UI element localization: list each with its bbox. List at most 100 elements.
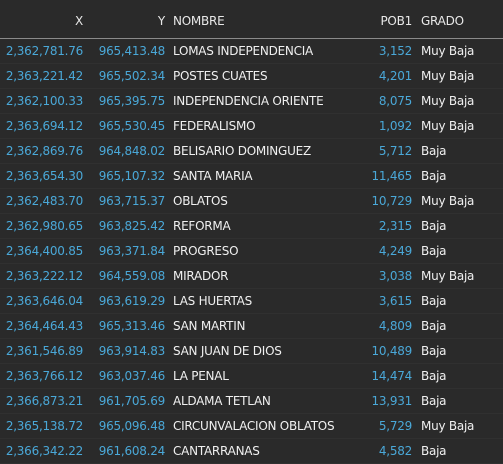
cell-x: 2,363,766.12 [5, 369, 83, 383]
table-row[interactable]: 2,364,464.43 965,313.46 SAN MARTIN 4,809 Baj… [0, 314, 503, 339]
cell-pob1: 11,465 [371, 169, 413, 183]
cell-y: 965,395.75 [98, 94, 165, 108]
table-row[interactable]: 2,362,483.70 963,715.37 OBLATOS 10,729 Muy B… [0, 189, 503, 214]
table-row[interactable]: 2,363,222.12 964,559.08 MIRADOR 3,038 Muy Ba… [0, 264, 503, 289]
cell-grado: Muy Baja [421, 194, 475, 208]
cell-y: 963,715.37 [98, 194, 165, 208]
table-body: 2,362,781.76 965,413.48 LOMAS INDEPENDENCI… [0, 39, 503, 464]
cell-nombre: PROGRESO [173, 244, 239, 258]
cell-y: 965,502.34 [98, 69, 165, 83]
cell-grado: Baja [421, 244, 447, 258]
cell-nombre: CANTARRANAS [173, 444, 260, 458]
cell-x: 2,363,222.12 [5, 269, 83, 283]
cell-grado: Baja [421, 394, 447, 408]
cell-grado: Muy Baja [421, 44, 475, 58]
cell-grado: Muy Baja [421, 269, 475, 283]
cell-y: 961,608.24 [98, 444, 165, 458]
cell-pob1: 5,729 [378, 419, 412, 433]
table-row[interactable]: 2,362,980.65 963,825.42 REFORMA 2,315 Baja [0, 214, 503, 239]
table-row[interactable]: 2,362,869.76 964,848.02 BELISARIO DOMINGUE… [0, 139, 503, 164]
cell-nombre: INDEPENDENCIA ORIENTE [173, 94, 324, 108]
cell-y: 961,705.69 [98, 394, 165, 408]
cell-x: 2,366,342.22 [5, 444, 83, 458]
cell-nombre: LAS HUERTAS [173, 294, 252, 308]
cell-nombre: MIRADOR [173, 269, 229, 283]
cell-pob1: 4,582 [378, 444, 412, 458]
cell-y: 965,313.46 [98, 319, 165, 333]
table-row[interactable]: 2,362,100.33 965,395.75 INDEPENDENCIA ORIE… [0, 89, 503, 114]
table-row[interactable]: 2,365,138.72 965,096.48 CIRCUNVALACION OBL… [0, 414, 503, 439]
cell-nombre: LOMAS INDEPENDENCIA [173, 44, 314, 58]
cell-x: 2,362,100.33 [5, 94, 83, 108]
cell-nombre: SAN MARTIN [173, 319, 246, 333]
cell-y: 963,037.46 [98, 369, 165, 383]
table-row[interactable]: 2,363,646.04 963,619.29 LAS HUERTAS 3,615 Ba… [0, 289, 503, 314]
cell-nombre: POSTES CUATES [173, 69, 268, 83]
cell-pob1: 14,474 [371, 369, 413, 383]
table-row[interactable]: 2,363,221.42 965,502.34 POSTES CUATES 4,201… [0, 64, 503, 89]
cell-x: 2,366,873.21 [5, 394, 83, 408]
table-row[interactable]: 2,364,400.85 963,371.84 PROGRESO 4,249 Baja [0, 239, 503, 264]
cell-x: 2,361,546.89 [5, 344, 83, 358]
cell-y: 963,914.83 [98, 344, 165, 358]
cell-pob1: 10,489 [371, 344, 413, 358]
cell-pob1: 3,038 [378, 269, 412, 283]
cell-pob1: 13,931 [371, 394, 413, 408]
table-header: X Y NOMBRE POB1 GRADO [0, 0, 503, 39]
cell-nombre: BELISARIO DOMINGUEZ [173, 144, 311, 158]
cell-grado: Baja [421, 219, 447, 233]
cell-grado: Muy Baja [421, 94, 475, 108]
cell-x: 2,363,221.42 [5, 69, 83, 83]
cell-grado: Baja [421, 294, 447, 308]
cell-x: 2,363,646.04 [5, 294, 83, 308]
table-row[interactable]: 2,363,766.12 963,037.46 LA PENAL 14,474 Baja [0, 364, 503, 389]
cell-nombre: REFORMA [173, 219, 231, 233]
cell-pob1: 4,249 [378, 244, 412, 258]
cell-nombre: FEDERALISMO [173, 119, 256, 133]
cell-y: 965,530.45 [98, 119, 165, 133]
cell-pob1: 4,809 [378, 319, 412, 333]
cell-grado: Muy Baja [421, 419, 475, 433]
column-header-grado[interactable]: GRADO [421, 0, 464, 42]
cell-y: 965,096.48 [98, 419, 165, 433]
column-header-nombre[interactable]: NOMBRE [173, 0, 225, 42]
cell-grado: Baja [421, 344, 447, 358]
cell-x: 2,363,694.12 [5, 119, 83, 133]
cell-grado: Muy Baja [421, 119, 475, 133]
cell-y: 965,413.48 [98, 44, 165, 58]
cell-nombre: LA PENAL [173, 369, 229, 383]
table-row[interactable]: 2,363,694.12 965,530.45 FEDERALISMO 1,092 Mu… [0, 114, 503, 139]
cell-y: 963,371.84 [98, 244, 165, 258]
cell-x: 2,362,781.76 [5, 44, 83, 58]
table-row[interactable]: 2,366,342.22 961,608.24 CANTARRANAS 4,582 Ba… [0, 439, 503, 464]
cell-grado: Baja [421, 144, 447, 158]
table-row[interactable]: 2,366,873.21 961,705.69 ALDAMA TETLAN 13,93… [0, 389, 503, 414]
cell-pob1: 3,615 [378, 294, 412, 308]
cell-pob1: 8,075 [378, 94, 412, 108]
cell-x: 2,364,464.43 [5, 319, 83, 333]
cell-pob1: 5,712 [378, 144, 412, 158]
cell-y: 964,559.08 [98, 269, 165, 283]
cell-x: 2,365,138.72 [5, 419, 83, 433]
cell-pob1: 2,315 [378, 219, 412, 233]
cell-pob1: 1,092 [378, 119, 412, 133]
table-row[interactable]: 2,363,654.30 965,107.32 SANTA MARIA 11,465 B… [0, 164, 503, 189]
table-row[interactable]: 2,362,781.76 965,413.48 LOMAS INDEPENDENCI… [0, 39, 503, 64]
column-header-y[interactable]: Y [158, 0, 165, 42]
cell-y: 963,619.29 [98, 294, 165, 308]
cell-nombre: OBLATOS [173, 194, 228, 208]
cell-pob1: 4,201 [378, 69, 412, 83]
cell-nombre: SANTA MARIA [173, 169, 253, 183]
table-row[interactable]: 2,361,546.89 963,914.83 SAN JUAN DE DIOS 10… [0, 339, 503, 364]
cell-x: 2,362,980.65 [5, 219, 83, 233]
cell-nombre: CIRCUNVALACION OBLATOS [173, 419, 335, 433]
cell-grado: Baja [421, 319, 447, 333]
cell-x: 2,362,869.76 [5, 144, 83, 158]
column-header-pob1[interactable]: POB1 [380, 0, 412, 42]
column-header-x[interactable]: X [75, 0, 83, 42]
cell-nombre: ALDAMA TETLAN [173, 394, 271, 408]
cell-y: 964,848.02 [98, 144, 165, 158]
cell-grado: Baja [421, 169, 447, 183]
cell-y: 963,825.42 [98, 219, 165, 233]
cell-pob1: 10,729 [371, 194, 413, 208]
